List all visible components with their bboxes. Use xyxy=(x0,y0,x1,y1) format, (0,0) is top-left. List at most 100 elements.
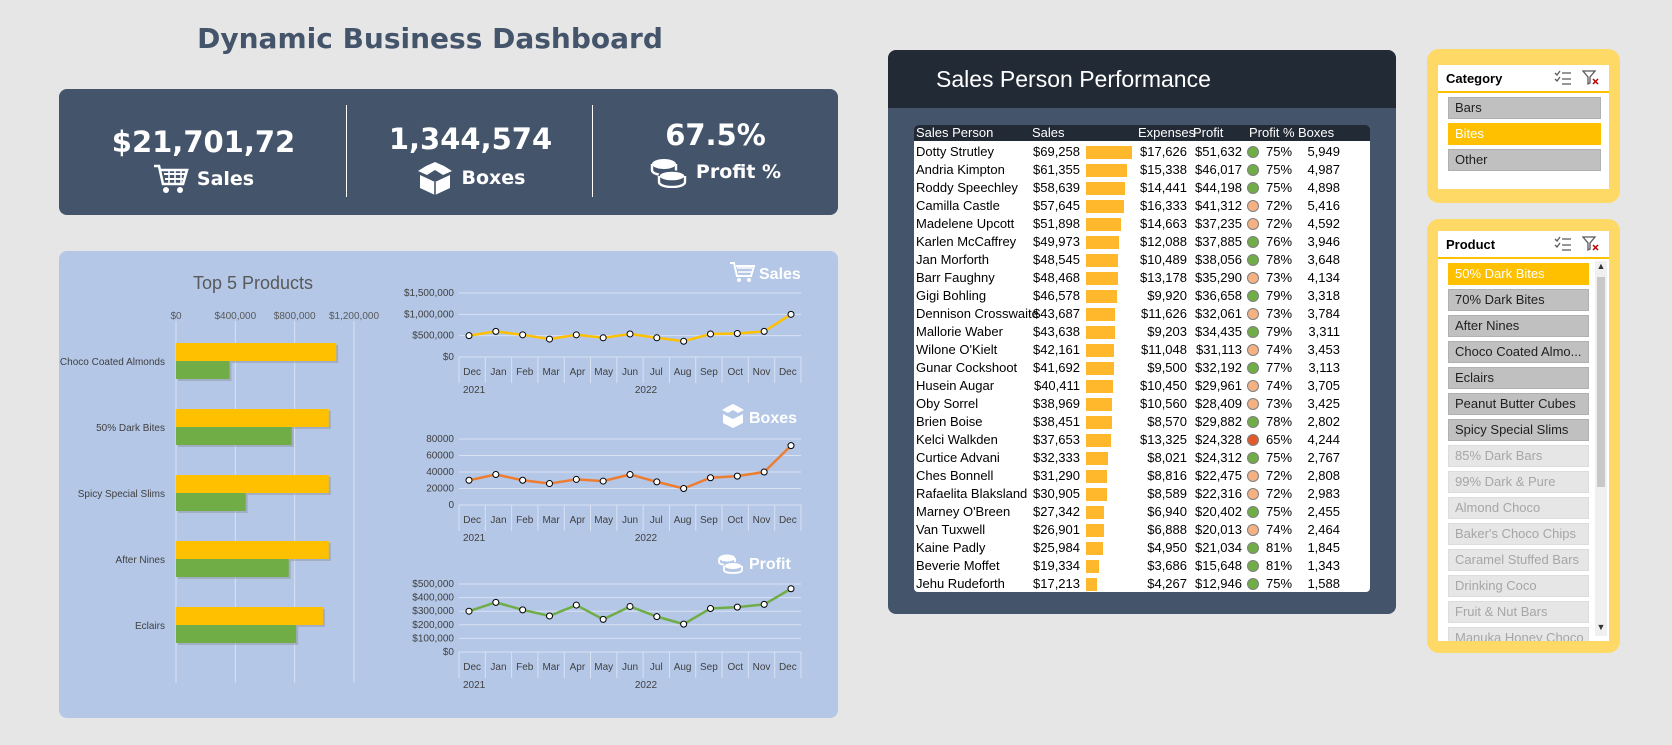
table-row: Ches Bonnell $31,290 $8,816 $22,475 72% 2,808 xyxy=(914,467,1370,485)
y-tick-label: $100,000 xyxy=(412,633,454,644)
product-slicer-item[interactable]: Caramel Stuffed Bars xyxy=(1448,549,1589,571)
month-label: Dec xyxy=(779,515,797,526)
table-row: Kaine Padly $25,984 $4,950 $21,034 81% 1,845 xyxy=(914,539,1370,557)
bar xyxy=(176,427,292,445)
cell-sales: $19,334 xyxy=(1033,558,1080,573)
status-indicator-icon xyxy=(1247,344,1259,356)
y-tick-label: 0 xyxy=(448,500,454,511)
dashboard-title: Dynamic Business Dashboard xyxy=(197,22,663,55)
year-label: 2022 xyxy=(635,680,658,691)
clear-filter-icon[interactable] xyxy=(1582,236,1600,252)
bar xyxy=(176,559,289,577)
cell-boxes: 2,767 xyxy=(1307,450,1340,465)
cell-profit-pct: 81% xyxy=(1266,558,1293,573)
cell-expenses: $3,686 xyxy=(1147,558,1187,573)
data-point xyxy=(599,477,607,485)
y-tick-label: $400,000 xyxy=(412,593,454,604)
product-slicer-item[interactable]: 99% Dark & Pure xyxy=(1448,471,1589,493)
cell-boxes: 4,592 xyxy=(1307,216,1340,231)
cell-sales: $57,645 xyxy=(1033,198,1080,213)
sales-person-table: Sales Person Sales Expenses Profit Profi… xyxy=(914,125,1370,592)
month-label: Jul xyxy=(650,367,663,378)
cell-profit: $22,316 xyxy=(1195,486,1242,501)
data-point xyxy=(572,475,580,483)
cell-boxes: 2,464 xyxy=(1307,522,1340,537)
product-slicer-item[interactable]: Almond Choco xyxy=(1448,497,1589,519)
product-slicer-item[interactable]: Drinking Coco xyxy=(1448,575,1589,597)
product-slicer-item[interactable]: 50% Dark Bites xyxy=(1448,263,1589,285)
sales-person-panel: Sales Person Performance Sales Person Sa… xyxy=(888,50,1396,614)
product-slicer-item[interactable]: Eclairs xyxy=(1448,367,1589,389)
category-label: Spicy Special Slims xyxy=(78,489,165,500)
month-label: Sep xyxy=(700,662,718,673)
data-point xyxy=(546,335,553,343)
product-slicer-item[interactable]: Baker's Choco Chips xyxy=(1448,523,1589,545)
scroll-up-icon[interactable]: ▲ xyxy=(1595,261,1607,275)
cell-sales: $17,213 xyxy=(1033,576,1080,591)
cell-sales-person: Gigi Bohling xyxy=(916,288,987,303)
table-row: Mallorie Waber $43,638 $9,203 $34,435 79% 3,3… xyxy=(914,323,1370,341)
cell-profit-pct: 76% xyxy=(1266,234,1293,249)
table-row: Beverie Moffet $19,334 $3,686 $15,648 81% 1,3… xyxy=(914,557,1370,575)
cell-profit-pct: 75% xyxy=(1266,576,1293,591)
data-point xyxy=(680,620,688,628)
sales-databar xyxy=(1086,146,1132,159)
cell-sales-person: Roddy Speechley xyxy=(916,180,1018,195)
product-slicer-item[interactable]: Spicy Special Slims xyxy=(1448,419,1589,441)
data-point xyxy=(653,613,661,621)
sales-databar xyxy=(1086,200,1125,213)
charts-panel: Top 5 Products $0 $400,000 $800,000 $1,200,… xyxy=(59,251,838,718)
cell-profit-pct: 75% xyxy=(1266,162,1293,177)
y-tick-label: $300,000 xyxy=(412,606,454,617)
status-indicator-icon xyxy=(1247,218,1259,230)
category-slicer-item[interactable]: Bites xyxy=(1448,123,1601,145)
product-slicer-scrollbar[interactable]: ▲ ▼ xyxy=(1595,261,1607,636)
scroll-down-icon[interactable]: ▼ xyxy=(1595,622,1607,636)
category-slicer-item[interactable]: Bars xyxy=(1448,97,1601,119)
cell-profit: $24,312 xyxy=(1195,450,1242,465)
product-slicer-item[interactable]: Fruit & Nut Bars xyxy=(1448,601,1589,623)
scrollbar-thumb[interactable] xyxy=(1597,277,1605,487)
product-slicer-item[interactable]: Peanut Butter Cubes xyxy=(1448,393,1589,415)
cell-sales: $30,905 xyxy=(1033,486,1080,501)
cell-sales: $48,468 xyxy=(1033,270,1080,285)
cell-boxes: 1,845 xyxy=(1307,540,1340,555)
month-label: Mar xyxy=(542,515,560,526)
cell-sales-person: Wilone O'Kielt xyxy=(916,342,998,357)
cell-sales-person: Van Tuxwell xyxy=(916,522,986,537)
product-slicer-item[interactable]: 85% Dark Bars xyxy=(1448,445,1589,467)
cell-profit: $41,312 xyxy=(1195,198,1242,213)
cell-expenses: $9,920 xyxy=(1147,288,1187,303)
multi-select-icon[interactable] xyxy=(1554,236,1572,252)
category-slicer: Category Bars Bites Other xyxy=(1427,49,1620,203)
cell-sales-person: Beverie Moffet xyxy=(916,558,1000,573)
cell-profit-pct: 72% xyxy=(1266,486,1293,501)
category-slicer-item[interactable]: Other xyxy=(1448,149,1601,171)
boxes-panel-label: Boxes xyxy=(749,410,797,427)
table-row: Curtice Advani $32,333 $8,021 $24,312 75% 2,7… xyxy=(914,449,1370,467)
cell-boxes: 3,318 xyxy=(1307,288,1340,303)
status-indicator-icon xyxy=(1247,236,1259,248)
product-slicer-item[interactable]: Choco Coated Almo... xyxy=(1448,341,1589,363)
cell-sales: $38,969 xyxy=(1033,396,1080,411)
table-row: Marney O'Breen $27,342 $6,940 $20,402 75% 2,4… xyxy=(914,503,1370,521)
kpi-sales-value: $21,701,72 xyxy=(111,125,296,159)
cell-profit: $20,402 xyxy=(1195,504,1242,519)
cell-sales-person: Barr Faughny xyxy=(916,270,995,285)
month-label: May xyxy=(594,367,613,378)
cell-boxes: 5,416 xyxy=(1307,198,1340,213)
y-tick-label: $1,500,000 xyxy=(404,288,454,299)
product-slicer-item[interactable]: After Nines xyxy=(1448,315,1589,337)
cell-expenses: $10,450 xyxy=(1140,378,1187,393)
product-slicer-item[interactable]: 70% Dark Bites xyxy=(1448,289,1589,311)
sales-databar xyxy=(1086,236,1120,249)
month-label: Jun xyxy=(622,515,638,526)
clear-filter-icon[interactable] xyxy=(1582,70,1600,86)
table-row: Dotty Strutley $69,258 $17,626 $51,632 75% 5,… xyxy=(914,143,1370,161)
month-label: Apr xyxy=(570,367,586,378)
sales-databar xyxy=(1086,542,1104,555)
multi-select-icon[interactable] xyxy=(1554,70,1572,86)
product-slicer-item[interactable]: Manuka Honey Choco xyxy=(1448,627,1589,641)
table-header: Sales Person Sales Expenses Profit Profi… xyxy=(914,125,1370,141)
product-slicer: Product 50% Dark Bites 70% Dark Bites Afte… xyxy=(1427,219,1620,653)
